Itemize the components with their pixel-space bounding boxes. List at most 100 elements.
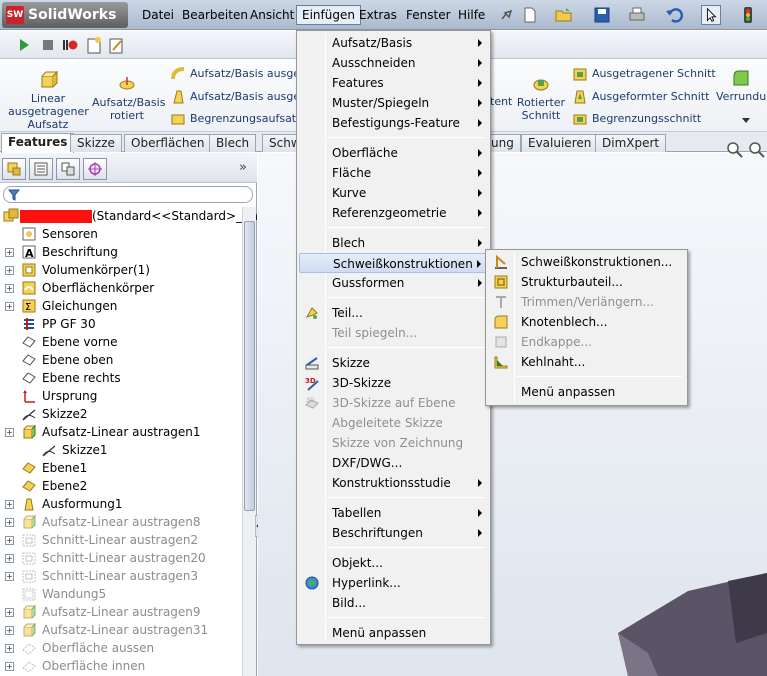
revolve-cut-button[interactable]: Rotierter Schnitt bbox=[516, 74, 566, 122]
tree-expand-toggle[interactable]: + bbox=[5, 248, 14, 257]
menu-item-referenzgeometrie[interactable]: Referenzgeometrie bbox=[299, 203, 488, 223]
tree-item[interactable]: + Schnitt-Linear austragen3 bbox=[0, 567, 242, 585]
model-3d-part[interactable] bbox=[618, 573, 767, 676]
undo-icon[interactable] bbox=[664, 5, 684, 25]
fillet-button[interactable]: Verrundung bbox=[716, 68, 766, 103]
tree-item[interactable]: Ebene vorne bbox=[0, 333, 242, 351]
print-icon[interactable] bbox=[627, 5, 647, 25]
lofted-cut-button[interactable]: Ausgeformter Schnitt bbox=[572, 89, 709, 105]
tree-item[interactable]: Ebene2 bbox=[0, 477, 242, 495]
menu-item-gussformen[interactable]: Gussformen bbox=[299, 273, 488, 293]
menu-item-ausschneiden[interactable]: Ausschneiden bbox=[299, 53, 488, 73]
tree-item[interactable]: Ebene rechts bbox=[0, 369, 242, 387]
stop-macro-icon[interactable] bbox=[40, 37, 56, 53]
menu-item-schweisskonstruktionen[interactable]: Schweißkonstruktionen bbox=[299, 253, 488, 273]
new-macro-icon[interactable] bbox=[86, 36, 102, 54]
tab-blech[interactable]: Blech bbox=[209, 134, 257, 152]
menu-item-blech[interactable]: Blech bbox=[299, 233, 488, 253]
select-pointer-icon[interactable] bbox=[701, 5, 721, 25]
zoom-to-fit-icon[interactable] bbox=[726, 141, 744, 159]
tree-item[interactable]: + Aufsatz-Linear austragen31 bbox=[0, 621, 242, 639]
tree-item[interactable]: + Volumenkörper(1) bbox=[0, 261, 242, 279]
tree-item[interactable]: + Schnitt-Linear austragen2 bbox=[0, 531, 242, 549]
tree-expand-toggle[interactable]: + bbox=[5, 536, 14, 545]
play-macro-icon[interactable] bbox=[16, 37, 32, 53]
open-folder-icon[interactable] bbox=[554, 5, 574, 25]
submenu-item-knotenblech[interactable]: Knotenblech... bbox=[488, 312, 685, 332]
tree-item[interactable]: Wandung5 bbox=[0, 585, 242, 603]
tree-expand-toggle[interactable]: + bbox=[5, 518, 14, 527]
tree-item[interactable]: + Oberflächenkörper bbox=[0, 279, 242, 297]
tree-item[interactable]: + Σ Gleichungen bbox=[0, 297, 242, 315]
tree-item[interactable]: PP GF 30 bbox=[0, 315, 242, 333]
menu-item-menue-anpassen[interactable]: Menü anpassen bbox=[299, 623, 488, 643]
boundary-cut-button[interactable]: Begrenzungsschnitt bbox=[572, 111, 701, 127]
tree-expand-toggle[interactable]: + bbox=[5, 500, 14, 509]
swept-boss-button[interactable]: Aufsatz/Basis ausgetr bbox=[170, 66, 309, 82]
solidworks-logo[interactable]: SW SolidWorks bbox=[2, 2, 128, 28]
tree-item[interactable]: + Aufsatz-Linear austragen8 bbox=[0, 513, 242, 531]
featuremanager-tab[interactable] bbox=[2, 158, 26, 180]
menu-item-3d-skizze[interactable]: 3D 3D-Skizze bbox=[299, 373, 488, 393]
tab-oberflaechen[interactable]: Oberflächen bbox=[124, 134, 212, 152]
tree-item[interactable]: + Schnitt-Linear austragen20 bbox=[0, 549, 242, 567]
tab-skizze[interactable]: Skizze bbox=[70, 134, 122, 152]
tree-item[interactable]: Skizze2 bbox=[0, 405, 242, 423]
dimxpertmanager-tab[interactable] bbox=[83, 158, 107, 180]
tree-expand-toggle[interactable]: + bbox=[5, 302, 14, 311]
tab-evaluieren[interactable]: Evaluieren bbox=[521, 134, 599, 152]
tree-item[interactable]: Ebene oben bbox=[0, 351, 242, 369]
menu-ansicht[interactable]: Ansicht bbox=[245, 6, 299, 24]
menu-item-oberflaeche[interactable]: Oberfläche bbox=[299, 143, 488, 163]
menu-bearbeiten[interactable]: Bearbeiten bbox=[177, 6, 253, 24]
tree-expand-toggle[interactable]: + bbox=[5, 428, 14, 437]
menu-item-features[interactable]: Features bbox=[299, 73, 488, 93]
tree-scrollbar-thumb[interactable] bbox=[244, 221, 255, 511]
expand-panel-icon[interactable]: » bbox=[239, 160, 247, 175]
menu-item-teil[interactable]: Teil... bbox=[299, 303, 488, 323]
tree-item[interactable]: + Oberfläche aussen bbox=[0, 639, 242, 657]
tree-item[interactable]: Skizze1 bbox=[0, 441, 242, 459]
tree-item[interactable]: + Aufsatz-Linear austragen9 bbox=[0, 603, 242, 621]
lofted-boss-button[interactable]: Aufsatz/Basis ausgefo bbox=[170, 89, 311, 105]
menu-item-beschriftungen[interactable]: Beschriftungen bbox=[299, 523, 488, 543]
tab-features[interactable]: Features bbox=[1, 133, 75, 153]
save-icon[interactable] bbox=[592, 5, 612, 25]
menu-item-flaeche[interactable]: Fläche bbox=[299, 163, 488, 183]
boundary-boss-button[interactable]: Begrenzungsaufsatz/- bbox=[170, 111, 310, 127]
tree-expand-toggle[interactable]: + bbox=[5, 554, 14, 563]
tree-expand-toggle[interactable]: + bbox=[5, 608, 14, 617]
menu-item-objekt[interactable]: Objekt... bbox=[299, 553, 488, 573]
zoom-to-area-icon[interactable] bbox=[748, 141, 766, 159]
feature-filter-box[interactable] bbox=[3, 186, 253, 203]
tree-item[interactable]: + Oberfläche innen bbox=[0, 657, 242, 675]
submenu-item-kehlnaht[interactable]: Kehlnaht... bbox=[488, 352, 685, 372]
menu-item-muster-spiegeln[interactable]: Muster/Spiegeln bbox=[299, 93, 488, 113]
menu-item-hyperlink[interactable]: Hyperlink... bbox=[299, 573, 488, 593]
tree-scrollbar[interactable] bbox=[242, 207, 256, 676]
linear-extrude-boss-button[interactable]: Linear ausgetragener Aufsatz bbox=[8, 70, 89, 131]
menu-fenster[interactable]: Fenster bbox=[401, 6, 456, 24]
menu-item-befestigungs-feature[interactable]: Befestigungs-Feature bbox=[299, 113, 488, 133]
new-document-icon[interactable] bbox=[520, 5, 540, 25]
tab-dimxpert[interactable]: DimXpert bbox=[595, 134, 667, 152]
submenu-item-strukturbauteil[interactable]: Strukturbauteil... bbox=[488, 272, 685, 292]
menu-item-bild[interactable]: Bild... bbox=[299, 593, 488, 613]
tree-item[interactable]: Ursprung bbox=[0, 387, 242, 405]
submenu-item-schweisskonstruktionen[interactable]: Schweißkonstruktionen... bbox=[488, 252, 685, 272]
tree-expand-toggle[interactable]: + bbox=[5, 266, 14, 275]
tree-expand-toggle[interactable]: + bbox=[5, 662, 14, 671]
tree-expand-toggle[interactable]: + bbox=[5, 644, 14, 653]
menu-hilfe[interactable]: Hilfe bbox=[453, 6, 490, 24]
revolve-boss-button[interactable]: Aufsatz/Basis rotiert bbox=[92, 74, 165, 122]
menu-item-skizze[interactable]: Skizze bbox=[299, 353, 488, 373]
tree-item[interactable]: Ebene1 bbox=[0, 459, 242, 477]
submenu-item-menue-anpassen[interactable]: Menü anpassen bbox=[488, 382, 685, 402]
menu-einfuegen[interactable]: Einfügen bbox=[296, 5, 361, 25]
tree-item[interactable]: + Aufsatz-Linear austragen1 bbox=[0, 423, 242, 441]
edit-macro-icon[interactable] bbox=[108, 36, 124, 54]
propertymanager-tab[interactable] bbox=[29, 158, 53, 180]
tree-item[interactable]: Sensoren bbox=[0, 225, 242, 243]
tree-root-part[interactable]: (Standard<<Standard>_Anz bbox=[0, 207, 264, 225]
pushpin-icon[interactable] bbox=[496, 5, 516, 25]
